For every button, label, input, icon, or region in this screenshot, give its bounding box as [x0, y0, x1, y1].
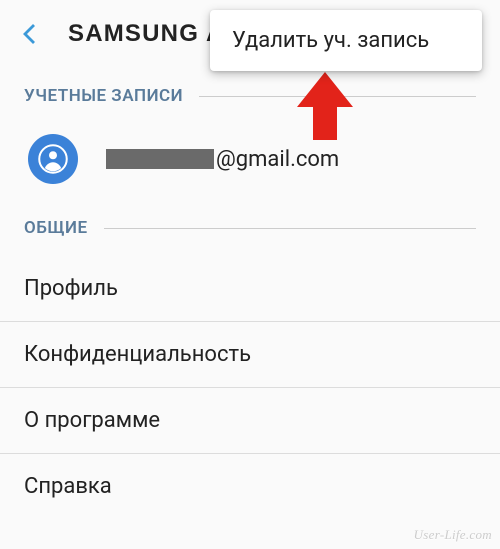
menu-item-about[interactable]: О программе	[0, 388, 500, 454]
person-icon	[38, 144, 68, 174]
account-row[interactable]: @gmail.com	[0, 124, 500, 208]
section-general-header: ОБЩИЕ	[0, 218, 500, 238]
menu-item-profile[interactable]: Профиль	[0, 256, 500, 322]
section-general-label: ОБЩИЕ	[24, 218, 88, 238]
watermark: User-Life.com	[414, 527, 492, 543]
email-suffix: @gmail.com	[216, 147, 339, 172]
section-accounts-label: УЧЕТНЫЕ ЗАПИСИ	[24, 86, 183, 106]
delete-account-label: Удалить уч. запись	[232, 28, 429, 53]
delete-account-menu-item[interactable]: Удалить уч. запись	[210, 10, 482, 71]
general-menu: Профиль Конфиденциальность О программе С…	[0, 256, 500, 519]
menu-item-help[interactable]: Справка	[0, 454, 500, 519]
avatar	[28, 134, 78, 184]
account-email: @gmail.com	[106, 147, 339, 172]
section-accounts-header: УЧЕТНЫЕ ЗАПИСИ	[0, 86, 500, 106]
menu-item-privacy[interactable]: Конфиденциальность	[0, 322, 500, 388]
arrow-up-icon	[297, 72, 353, 140]
divider	[104, 228, 476, 229]
redacted-block	[106, 149, 214, 169]
back-icon[interactable]	[18, 22, 42, 46]
annotation-arrow	[295, 72, 355, 146]
